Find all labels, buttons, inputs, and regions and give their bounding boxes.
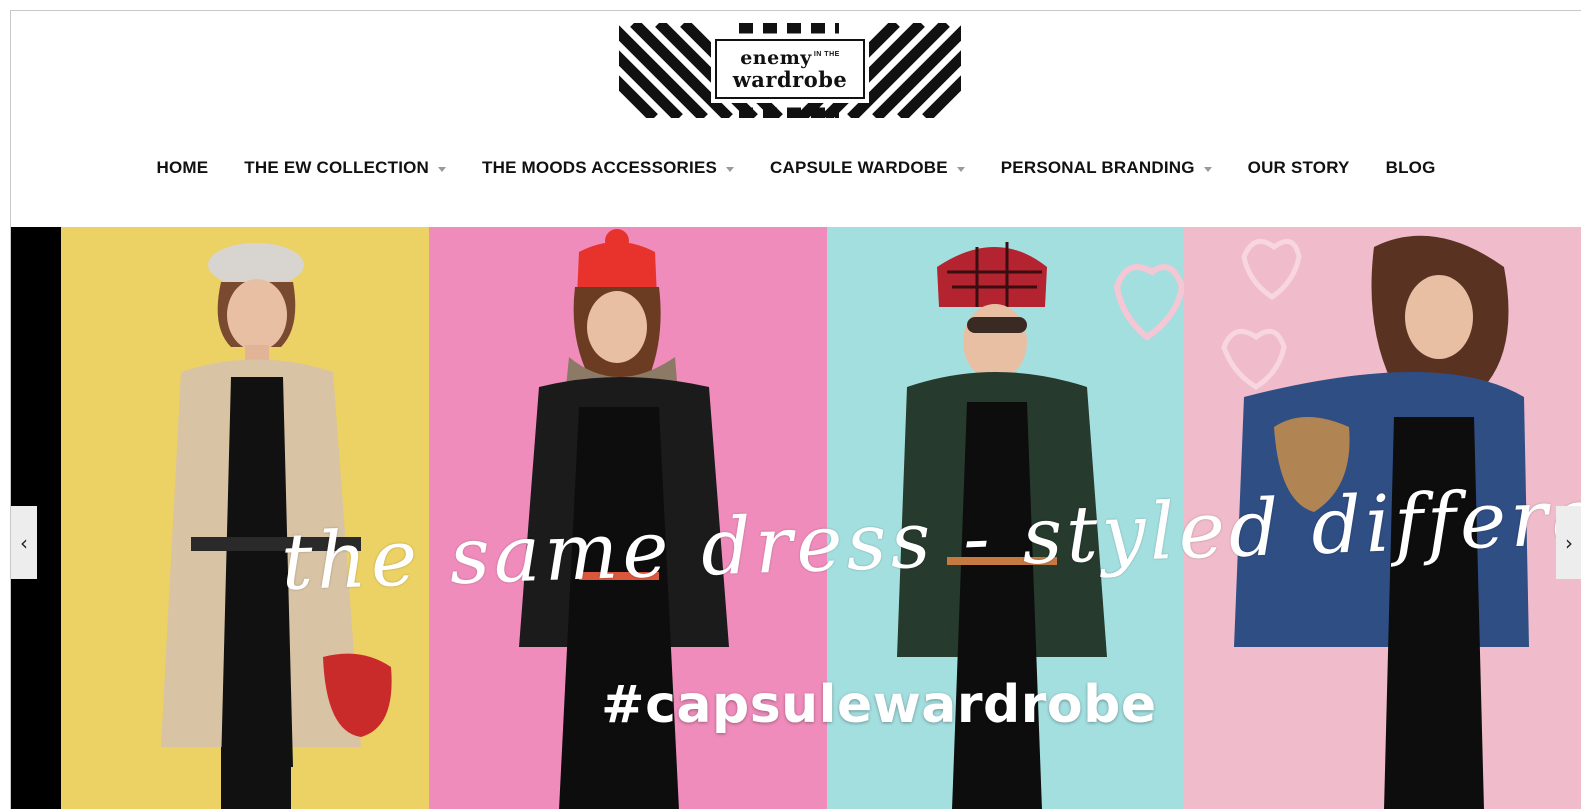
nav-ew-collection[interactable]: THE EW COLLECTION (244, 158, 447, 178)
nav-home[interactable]: HOME (156, 158, 208, 178)
hero-hashtag: #capsulewardrobe (601, 675, 1157, 735)
main-navigation: HOME THE EW COLLECTION THE MOODS ACCESSO… (11, 153, 1581, 183)
brand-logo[interactable]: enemy IN THE wardrobe (619, 23, 961, 118)
chevron-left-icon: ‹ (20, 530, 28, 555)
nav-label: PERSONAL BRANDING (1000, 158, 1195, 177)
nav-personal-branding[interactable]: PERSONAL BRANDING (1001, 158, 1212, 178)
nav-label: BLOG (1385, 158, 1436, 177)
nav-label: THE MOODS ACCESSORIES (482, 158, 718, 177)
nav-label: HOME (156, 158, 209, 177)
logo-line-1: enemy IN THE (740, 46, 840, 69)
caret-down-icon (1203, 166, 1212, 172)
nav-capsule-wardrobe[interactable]: CAPSULE WARDOBE (770, 158, 965, 178)
slider-prev-button[interactable]: ‹ (11, 506, 37, 579)
chevron-right-icon: › (1565, 530, 1573, 555)
nav-label: OUR STORY (1247, 158, 1350, 177)
nav-our-story[interactable]: OUR STORY (1248, 158, 1350, 178)
caret-down-icon (956, 166, 965, 172)
logo-small-text: IN THE (813, 50, 840, 58)
logo-wordmark: enemy IN THE wardrobe (711, 35, 869, 103)
caret-down-icon (438, 166, 447, 172)
slider-next-button[interactable]: › (1556, 506, 1581, 579)
nav-blog[interactable]: BLOG (1386, 158, 1436, 178)
logo-line-2: wardrobe (732, 66, 848, 92)
caret-down-icon (726, 166, 735, 172)
page-frame: enemy IN THE wardrobe HOME THE EW COLLECT… (10, 10, 1581, 809)
nav-moods-accessories[interactable]: THE MOODS ACCESSORIES (482, 158, 735, 178)
nav-label: CAPSULE WARDOBE (770, 158, 948, 177)
hero-slider: the same dress - styled differently #cap… (11, 227, 1581, 809)
nav-label: THE EW COLLECTION (244, 158, 430, 177)
